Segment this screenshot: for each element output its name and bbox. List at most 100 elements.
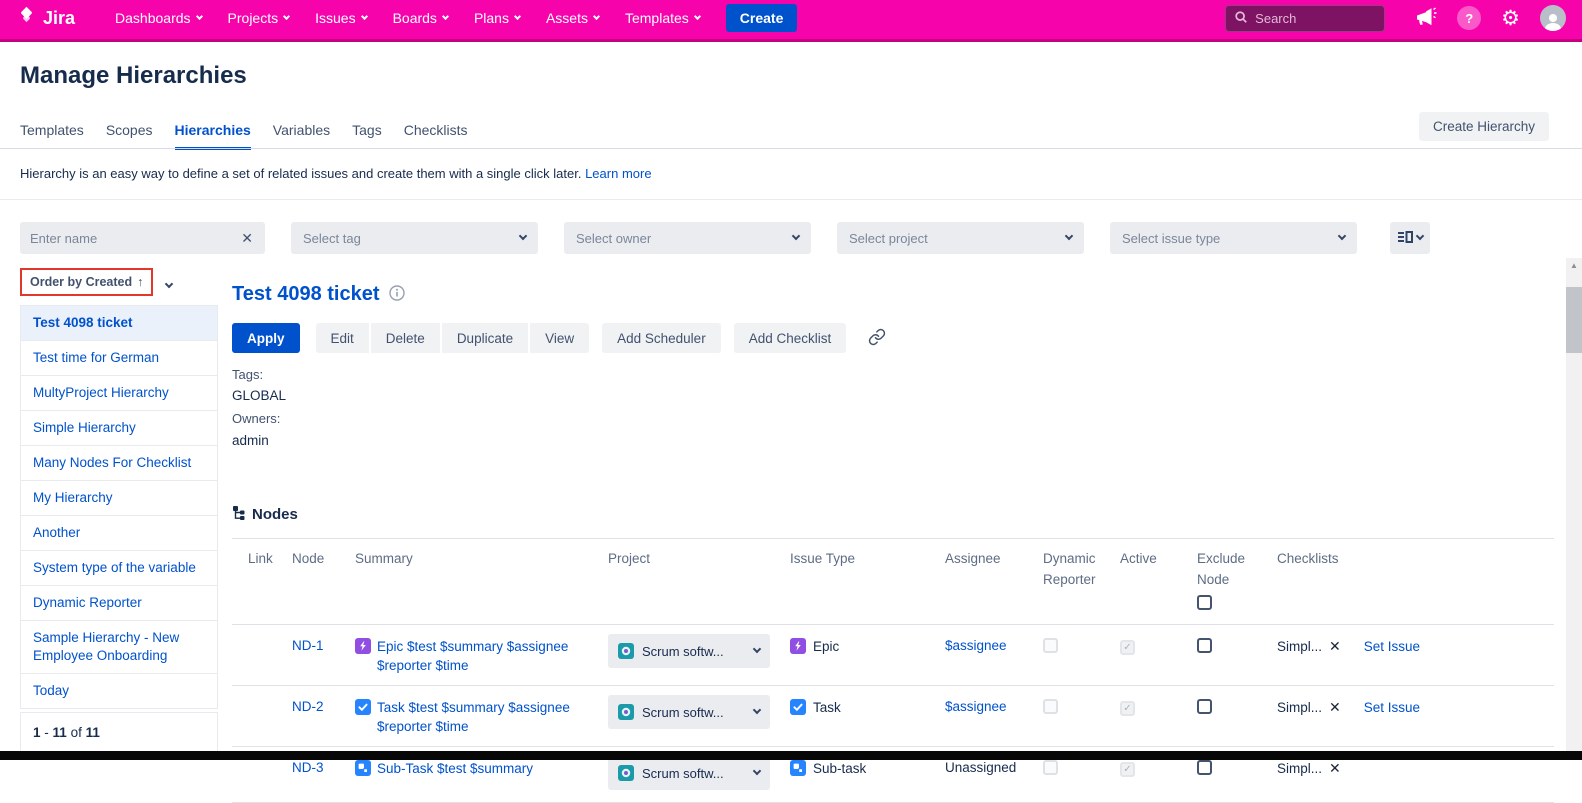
edit-button[interactable]: Edit xyxy=(316,323,369,353)
hierarchy-link[interactable]: Dynamic Reporter xyxy=(21,586,217,620)
summary-link[interactable]: Epic $test $summary $assignee $reporter … xyxy=(377,637,600,675)
exclude-node-checkbox[interactable] xyxy=(1197,638,1212,653)
chevron-down-icon xyxy=(361,12,368,19)
page-description: Hierarchy is an easy way to define a set… xyxy=(20,166,652,181)
project-dropdown[interactable]: Scrum softw... xyxy=(608,634,770,668)
hierarchy-link[interactable]: System type of the variable xyxy=(21,551,217,585)
view-button[interactable]: View xyxy=(530,323,589,353)
hierarchy-link[interactable]: Today xyxy=(21,674,217,708)
hierarchy-link[interactable]: My Hierarchy xyxy=(21,481,217,515)
order-by-created-button[interactable]: Order by Created ↑ xyxy=(20,268,153,296)
list-item: Test time for German xyxy=(21,341,217,376)
hierarchy-link[interactable]: Simple Hierarchy xyxy=(21,411,217,445)
chevron-down-icon xyxy=(792,232,800,240)
project-dropdown[interactable]: Scrum softw... xyxy=(608,695,770,729)
duplicate-button[interactable]: Duplicate xyxy=(442,323,528,353)
list-item: Test 4098 ticket xyxy=(21,306,217,341)
list-item: My Hierarchy xyxy=(21,481,217,516)
nav-item-boards[interactable]: Boards xyxy=(393,10,448,26)
summary-link[interactable]: Task $test $summary $assignee $reporter … xyxy=(377,698,600,736)
tab-scopes[interactable]: Scopes xyxy=(106,122,153,150)
announcement-icon[interactable] xyxy=(1413,5,1437,32)
list-item: Today xyxy=(21,674,217,709)
scrollbar-up-arrow[interactable]: ▲ xyxy=(1566,261,1582,270)
tab-tags[interactable]: Tags xyxy=(352,122,382,150)
tab-hierarchies[interactable]: Hierarchies xyxy=(175,122,251,150)
subtask-icon xyxy=(790,760,806,776)
assignee-link[interactable]: $assignee xyxy=(945,638,1007,653)
order-dropdown-button[interactable] xyxy=(162,271,176,294)
tab-checklists[interactable]: Checklists xyxy=(404,122,468,150)
copy-link-button[interactable] xyxy=(862,326,892,351)
brand-text: Jira xyxy=(43,8,75,29)
scrollbar-thumb[interactable] xyxy=(1566,287,1582,353)
learn-more-link[interactable]: Learn more xyxy=(585,166,651,181)
remove-checklist-button[interactable]: ✕ xyxy=(1329,699,1341,716)
nodes-table-body: ND-1 Epic $test $summary $assignee $repo… xyxy=(232,625,1554,803)
node-id-link[interactable]: ND-1 xyxy=(292,638,324,653)
dynamic-reporter-checkbox xyxy=(1043,638,1058,653)
nav-item-templates[interactable]: Templates xyxy=(625,10,700,26)
help-icon[interactable]: ? xyxy=(1457,6,1481,30)
info-icon[interactable] xyxy=(389,285,405,304)
nodes-table-header: LinkNodeSummaryProjectIssue TypeAssignee… xyxy=(232,539,1554,625)
search-box[interactable] xyxy=(1225,5,1385,32)
chevron-down-icon xyxy=(694,12,701,19)
epic-icon xyxy=(355,638,371,654)
nav-item-dashboards[interactable]: Dashboards xyxy=(115,10,202,26)
hierarchy-link[interactable]: Sample Hierarchy - New Employee Onboardi… xyxy=(21,621,217,673)
view-mode-button[interactable] xyxy=(1390,222,1430,254)
apply-button[interactable]: Apply xyxy=(232,323,300,353)
exclude-node-checkbox[interactable] xyxy=(1197,699,1212,714)
exclude-all-checkbox[interactable] xyxy=(1197,595,1212,610)
nav-item-issues[interactable]: Issues xyxy=(315,10,366,26)
nav-item-projects[interactable]: Projects xyxy=(228,10,290,26)
chevron-down-icon xyxy=(165,279,173,287)
summary-link[interactable]: Sub-Task $test $summary xyxy=(377,759,533,778)
nav-item-assets[interactable]: Assets xyxy=(546,10,599,26)
node-id-link[interactable]: ND-2 xyxy=(292,699,324,714)
name-filter-input[interactable] xyxy=(30,231,239,246)
project-select[interactable]: Select project xyxy=(837,222,1084,254)
column-header-link: Link xyxy=(248,548,292,616)
exclude-node-checkbox[interactable] xyxy=(1197,760,1212,775)
nav-item-plans[interactable]: Plans xyxy=(474,10,520,26)
search-icon xyxy=(1234,10,1248,27)
create-hierarchy-button[interactable]: Create Hierarchy xyxy=(1419,112,1549,141)
chevron-down-icon xyxy=(593,12,600,19)
tag-select[interactable]: Select tag xyxy=(291,222,538,254)
hierarchy-link[interactable]: Another xyxy=(21,516,217,550)
jira-logo[interactable]: Jira xyxy=(16,5,75,31)
avatar[interactable] xyxy=(1540,5,1566,31)
top-navbar: Jira Dashboards Projects Issues Boards Plans… xyxy=(0,0,1582,42)
set-issue-link[interactable]: Set Issue xyxy=(1364,639,1420,654)
nodes-table: LinkNodeSummaryProjectIssue TypeAssignee… xyxy=(232,538,1554,803)
remove-checklist-button[interactable]: ✕ xyxy=(1329,638,1341,655)
hierarchy-link[interactable]: Test 4098 ticket xyxy=(21,306,217,340)
assignee-link[interactable]: $assignee xyxy=(945,699,1007,714)
task-icon xyxy=(790,699,806,715)
gear-icon[interactable]: ⚙ xyxy=(1501,8,1520,29)
set-issue-link[interactable]: Set Issue xyxy=(1364,700,1420,715)
chevron-down-icon xyxy=(753,706,761,714)
name-filter: ✕ xyxy=(20,222,265,254)
issue-type-select[interactable]: Select issue type xyxy=(1110,222,1357,254)
link-icon xyxy=(868,334,886,349)
clear-name-icon[interactable]: ✕ xyxy=(239,230,255,247)
tab-variables[interactable]: Variables xyxy=(273,122,330,150)
owner-select[interactable]: Select owner xyxy=(564,222,811,254)
tab-templates[interactable]: Templates xyxy=(20,122,84,150)
node-id-link[interactable]: ND-3 xyxy=(292,760,324,775)
add-checklist-button[interactable]: Add Checklist xyxy=(734,323,847,353)
create-button[interactable]: Create xyxy=(726,4,798,32)
add-scheduler-button[interactable]: Add Scheduler xyxy=(602,323,721,353)
active-checkbox xyxy=(1120,762,1135,777)
remove-checklist-button[interactable]: ✕ xyxy=(1329,760,1341,777)
hierarchy-link[interactable]: Test time for German xyxy=(21,341,217,375)
hierarchy-link[interactable]: MultyProject Hierarchy xyxy=(21,376,217,410)
project-dropdown[interactable]: Scrum softw... xyxy=(608,756,770,790)
checklist-name: Simpl... xyxy=(1277,761,1322,776)
hierarchy-link[interactable]: Many Nodes For Checklist xyxy=(21,446,217,480)
search-input[interactable] xyxy=(1255,11,1365,26)
delete-button[interactable]: Delete xyxy=(371,323,440,353)
